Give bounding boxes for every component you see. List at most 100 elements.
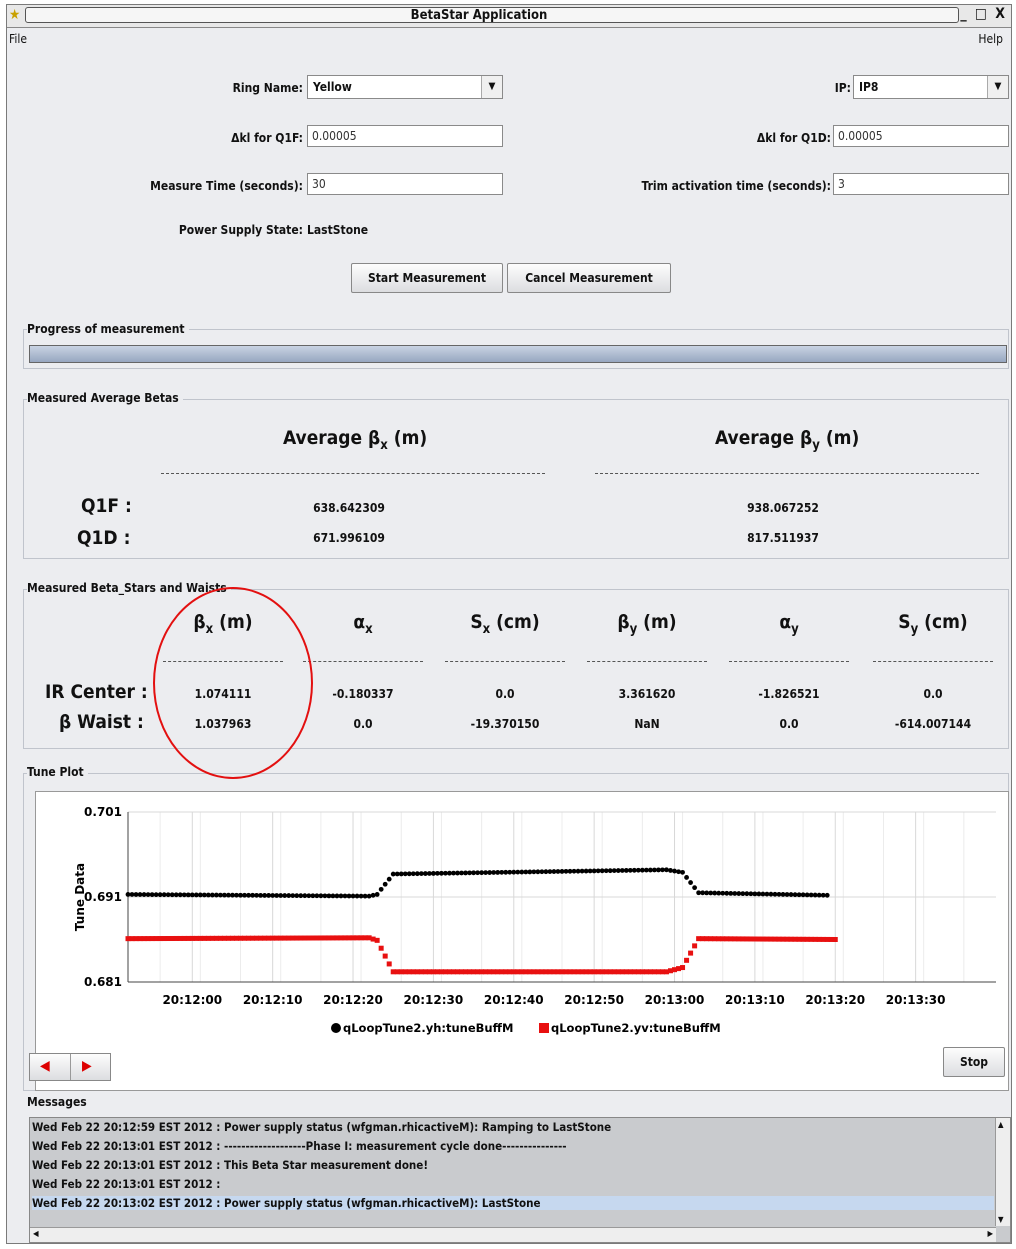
beta-star-cell: 0.0 xyxy=(923,687,943,701)
beta-star-col-header: Sy (cm) xyxy=(898,611,968,637)
ring-name-value: Yellow xyxy=(313,80,352,94)
beta-star-cell: 0.0 xyxy=(779,717,799,731)
menu-file[interactable]: File xyxy=(9,32,27,46)
trim-time-input[interactable]: 3 xyxy=(833,173,1009,195)
title-bar: ★ BetaStar Application _ □ X xyxy=(7,5,1011,28)
beta-star-cell: -614.007144 xyxy=(894,717,972,731)
beta-star-col-header: αy xyxy=(779,611,799,637)
scroll-left-icon[interactable]: ◀ xyxy=(40,1058,50,1074)
window-controls[interactable]: _ □ X xyxy=(960,6,1007,22)
measure-time-input[interactable]: 30 xyxy=(307,173,503,195)
data-point xyxy=(672,868,677,874)
divider xyxy=(729,661,849,662)
x-tick-label: 20:12:30 xyxy=(404,993,464,1007)
message-line[interactable]: Wed Feb 22 20:12:59 EST 2012 : Power sup… xyxy=(32,1120,994,1134)
beta-star-cell: 3.361620 xyxy=(618,687,676,701)
beta-star-cell: 0.0 xyxy=(353,717,373,731)
legend-label: qLoopTune2.yh:tuneBuffM xyxy=(343,1021,513,1035)
x-tick-label: 20:12:00 xyxy=(162,993,222,1007)
data-point xyxy=(688,880,693,885)
data-point xyxy=(680,869,685,875)
divider xyxy=(161,473,545,474)
data-point xyxy=(832,937,838,942)
scroll-left-icon[interactable]: ◀ xyxy=(33,1229,39,1238)
x-tick-label: 20:12:10 xyxy=(243,993,303,1007)
ip-label: IP: xyxy=(834,81,851,95)
trim-time-label: Trim activation time (seconds): xyxy=(641,179,831,193)
beta-star-col-header: Sx (cm) xyxy=(470,611,540,637)
psu-state-label: Power Supply State: xyxy=(178,223,303,237)
divider xyxy=(873,661,993,662)
message-line[interactable]: Wed Feb 22 20:13:02 EST 2012 : Power sup… xyxy=(32,1196,994,1210)
dkl-q1d-label: Δkl for Q1D: xyxy=(756,131,831,145)
x-tick-label: 20:12:20 xyxy=(323,993,383,1007)
data-point xyxy=(664,867,669,873)
divider xyxy=(587,661,707,662)
scroll-up-icon[interactable]: ▲ xyxy=(998,1120,1004,1129)
row-label-q1d: Q1D : xyxy=(77,527,131,549)
tune-chart: 20:12:00 20:12:10 20:12:20 20:12:30 20:12:40… xyxy=(73,805,996,1035)
beta-star-cell: -1.826521 xyxy=(758,687,820,701)
dkl-q1f-input[interactable]: 0.00005 xyxy=(307,125,503,147)
message-line[interactable]: Wed Feb 22 20:13:01 EST 2012 : ---------… xyxy=(32,1139,994,1153)
data-point xyxy=(370,892,376,898)
data-point xyxy=(366,893,372,899)
avg-beta-x-header: Average βx (m) xyxy=(283,427,428,453)
scroll-right-icon[interactable]: ▶ xyxy=(987,1229,993,1238)
divider xyxy=(595,473,979,474)
scroll-down-icon[interactable]: ▼ xyxy=(998,1215,1004,1224)
message-line[interactable]: Wed Feb 22 20:13:01 EST 2012 : This Beta… xyxy=(32,1158,994,1172)
data-point xyxy=(386,876,392,882)
chevron-down-icon[interactable]: ▼ xyxy=(481,76,502,98)
x-tick-label: 20:12:50 xyxy=(564,993,624,1007)
beta-stars-title: Measured Beta_Stars and Waists xyxy=(27,581,231,595)
ring-name-label: Ring Name: xyxy=(232,81,303,95)
q1f-beta-x: 638.642309 xyxy=(313,501,385,515)
x-tick-label: 20:13:10 xyxy=(725,993,785,1007)
q1f-beta-y: 938.067252 xyxy=(747,501,819,515)
ip-select[interactable]: IP8 ▼ xyxy=(853,75,1009,99)
data-point xyxy=(684,875,689,880)
beta-star-col-header: αx xyxy=(353,611,373,637)
beta-star-cell: 0.0 xyxy=(495,687,515,701)
beta-star-cell: -0.180337 xyxy=(332,687,394,701)
app-window: ★ BetaStar Application _ □ X File Help R… xyxy=(6,4,1012,1244)
scroll-right-icon[interactable]: ▶ xyxy=(82,1058,92,1074)
data-point xyxy=(374,892,380,897)
message-line[interactable]: Wed Feb 22 20:13:01 EST 2012 : xyxy=(32,1177,994,1191)
data-point xyxy=(378,886,384,892)
y-tick-label: 0.691 xyxy=(84,890,122,904)
y-tick-label: 0.701 xyxy=(84,805,122,819)
data-point xyxy=(692,943,698,949)
data-point xyxy=(688,950,694,956)
messages-list[interactable]: Wed Feb 22 20:12:59 EST 2012 : Power sup… xyxy=(29,1117,1011,1243)
legend-marker xyxy=(539,1023,549,1033)
plot-nav: ◀ ▶ xyxy=(29,1053,111,1081)
messages-title: Messages xyxy=(27,1095,91,1109)
vertical-scrollbar[interactable]: ▲ ▼ xyxy=(995,1118,1010,1226)
chevron-down-icon[interactable]: ▼ xyxy=(987,76,1008,98)
cancel-measurement-button[interactable]: Cancel Measurement xyxy=(507,263,671,293)
measure-time-label: Measure Time (seconds): xyxy=(150,179,303,193)
menu-help[interactable]: Help xyxy=(978,32,1003,46)
tune-plot-title: Tune Plot xyxy=(27,765,88,779)
ring-name-select[interactable]: Yellow ▼ xyxy=(307,75,503,99)
row-label-ir-center: IR Center : xyxy=(45,681,148,703)
q1d-beta-y: 817.511937 xyxy=(747,531,819,545)
tune-plot-area: 20:12:00 20:12:10 20:12:20 20:12:30 20:12:40… xyxy=(35,791,1009,1091)
x-tick-label: 20:13:30 xyxy=(886,993,946,1007)
start-measurement-button[interactable]: Start Measurement xyxy=(351,263,503,293)
progress-bar xyxy=(29,345,1007,363)
horizontal-scrollbar[interactable]: ◀ ▶ xyxy=(30,1227,996,1242)
dkl-q1d-input[interactable]: 0.00005 xyxy=(833,125,1009,147)
x-tick-label: 20:13:20 xyxy=(805,993,865,1007)
beta-star-cell: -19.370150 xyxy=(470,717,540,731)
divider xyxy=(445,661,565,662)
avg-betas-title: Measured Average Betas xyxy=(27,391,183,405)
y-tick-label: 0.681 xyxy=(84,975,122,989)
avg-betas-group xyxy=(23,399,1009,559)
data-point xyxy=(374,937,380,943)
avg-beta-y-header: Average βy (m) xyxy=(715,427,860,453)
data-point xyxy=(676,869,681,875)
stop-button[interactable]: Stop xyxy=(943,1047,1005,1077)
